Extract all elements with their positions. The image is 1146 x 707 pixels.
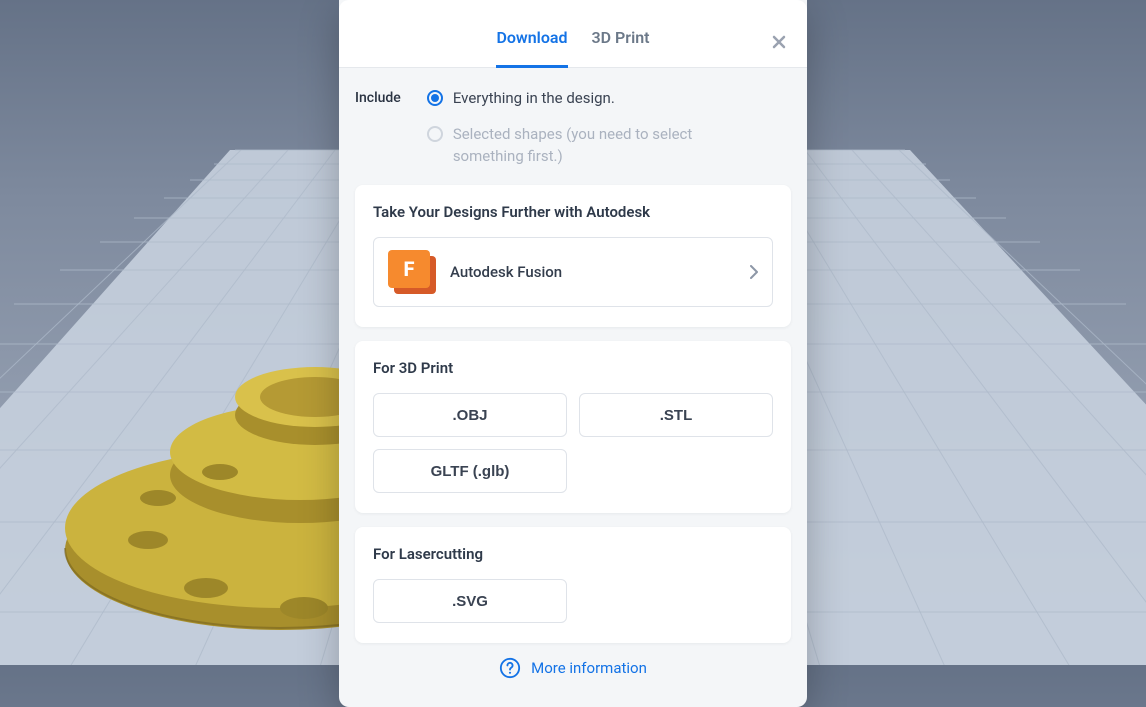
more-information-link[interactable]: More information xyxy=(531,659,647,677)
dialog-body: Include Everything in the design. Select… xyxy=(339,68,807,707)
tabs: Download 3D Print xyxy=(496,0,649,68)
tab-3d-print[interactable]: 3D Print xyxy=(592,28,650,68)
include-options: Everything in the design. Selected shape… xyxy=(427,88,713,167)
dialog-header: Download 3D Print xyxy=(339,0,807,68)
autodesk-fusion-row[interactable]: F Autodesk Fusion xyxy=(373,237,773,307)
radio-selected-label: Selected shapes (you need to select some… xyxy=(453,124,713,168)
include-label: Include xyxy=(355,88,401,106)
radio-everything-label: Everything in the design. xyxy=(453,88,615,110)
laser-card: For Lasercutting .SVG xyxy=(355,527,791,643)
include-row: Include Everything in the design. Select… xyxy=(355,88,791,185)
fusion-logo-icon: F xyxy=(388,250,436,294)
more-info-row: More information xyxy=(355,657,791,679)
format-obj-button[interactable]: .OBJ xyxy=(373,393,567,437)
close-button[interactable] xyxy=(767,30,791,54)
format-svg-button[interactable]: .SVG xyxy=(373,579,567,623)
radio-dot-icon xyxy=(427,90,443,106)
print-heading: For 3D Print xyxy=(373,359,773,377)
print-card: For 3D Print .OBJ .STL GLTF (.glb) xyxy=(355,341,791,513)
radio-dot-icon xyxy=(427,126,443,142)
close-icon xyxy=(771,34,787,50)
autodesk-heading: Take Your Designs Further with Autodesk xyxy=(373,203,773,221)
autodesk-card: Take Your Designs Further with Autodesk … xyxy=(355,185,791,327)
help-circle-icon xyxy=(499,657,521,679)
format-stl-button[interactable]: .STL xyxy=(579,393,773,437)
chevron-right-icon xyxy=(750,265,758,279)
format-gltf-button[interactable]: GLTF (.glb) xyxy=(373,449,567,493)
laser-heading: For Lasercutting xyxy=(373,545,773,563)
radio-selected-shapes: Selected shapes (you need to select some… xyxy=(427,124,713,168)
radio-everything[interactable]: Everything in the design. xyxy=(427,88,713,110)
fusion-label: Autodesk Fusion xyxy=(450,263,736,281)
tab-download[interactable]: Download xyxy=(496,28,567,68)
export-dialog: Download 3D Print Include Everything in … xyxy=(339,0,807,707)
